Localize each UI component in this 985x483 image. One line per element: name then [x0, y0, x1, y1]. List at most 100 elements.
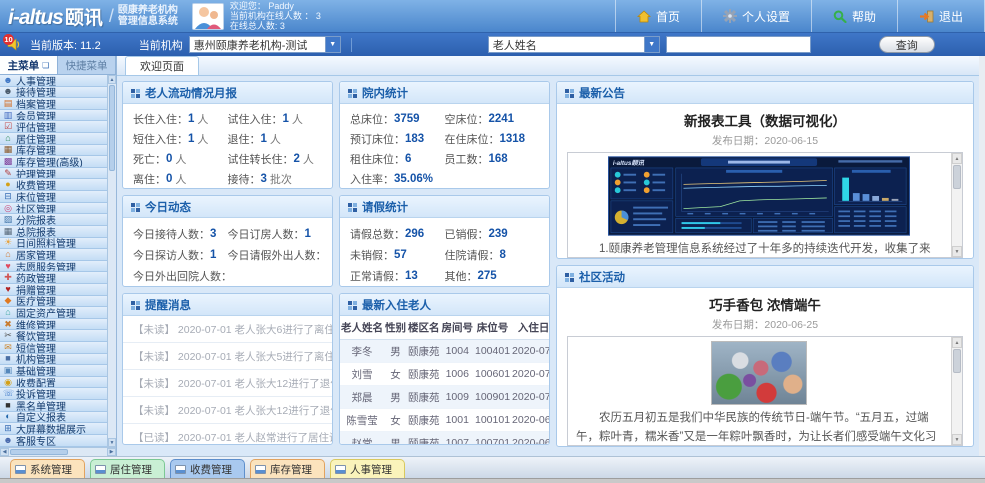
- toolbar: 10 当前版本: 11.2 当前机构 惠州颐康养老机构-测试 ▼ 老人姓名 ▼ …: [0, 33, 985, 56]
- left-column: 老人流动情况月报 长住入住： 1 人: [122, 81, 550, 451]
- sidebar-menu-item[interactable]: ✎ 护理管理: [0, 168, 107, 180]
- announcement-scrollbar[interactable]: ▲ ▼: [951, 153, 962, 257]
- panel-title: 最新入住老人: [362, 297, 431, 313]
- logo: i-altus 颐讯: [8, 3, 103, 30]
- table-row[interactable]: 赵常 男 颐康苑 1007 100701 2020-06-30: [340, 432, 550, 446]
- nav-help[interactable]: 帮助: [811, 0, 897, 32]
- sidebar-menu-item[interactable]: ✖ 维修管理: [0, 319, 107, 331]
- sidebar-menu-item[interactable]: ▤ 档案管理: [0, 98, 107, 110]
- sidebar-menu-item[interactable]: ♥ 志愿服务管理: [0, 261, 107, 273]
- scroll-up-icon[interactable]: ▲: [952, 337, 962, 348]
- menu-item-label: 护理管理: [16, 168, 56, 180]
- sidebar-menu-item[interactable]: ■ 机构管理: [0, 354, 107, 366]
- taskbar-tab[interactable]: 收费管理: [170, 459, 245, 478]
- sidebar-menu-item[interactable]: ☻ 人事管理: [0, 75, 107, 87]
- sidebar-menu-item[interactable]: ⊟ 床位管理: [0, 191, 107, 203]
- sidebar-menu-item[interactable]: ▦ 库存管理: [0, 145, 107, 157]
- sidebar-menu-item[interactable]: ✂ 餐饮管理: [0, 330, 107, 342]
- taskbar-tab[interactable]: 库存管理: [250, 459, 325, 478]
- menu-item-label: 志愿服务管理: [16, 261, 76, 273]
- sidebar-menu-item[interactable]: ● 收费管理: [0, 179, 107, 191]
- sidebar-menu-item[interactable]: ◉ 收费配置: [0, 377, 107, 389]
- menu-item-icon: ♥: [3, 262, 13, 271]
- sidebar-vertical-scrollbar[interactable]: ▲ ▼: [107, 75, 116, 447]
- menu-item-label: 黑名单管理: [16, 400, 66, 412]
- sidebar-menu-item[interactable]: ◐ 自定义报表: [0, 412, 107, 424]
- scrollbar-thumb[interactable]: [953, 349, 961, 373]
- sidebar-menu-item[interactable]: ▦ 总院报表: [0, 226, 107, 238]
- scroll-up-icon[interactable]: ▲: [108, 75, 116, 84]
- reminder-item[interactable]: 【未读】 2020-07-01 老人张大12进行了退住审核操作: [123, 370, 332, 397]
- stat-item: 试住入住： 1 人: [228, 109, 323, 129]
- sidebar-menu-item[interactable]: ▣ 基础管理: [0, 365, 107, 377]
- taskbar-tab-label: 居住管理: [110, 462, 152, 477]
- elder-name-filter-select[interactable]: 老人姓名 ▼: [488, 36, 660, 53]
- taskbar-tab[interactable]: 系统管理: [10, 459, 85, 478]
- cell-building: 颐康苑: [407, 409, 441, 432]
- menu-item-label: 固定资产管理: [16, 307, 76, 319]
- scroll-down-icon[interactable]: ▼: [952, 434, 962, 445]
- elder-name-filter-value: 老人姓名: [493, 37, 537, 53]
- sidebar-menu-item[interactable]: ♥ 捐赠管理: [0, 284, 107, 296]
- sidebar-menu-item[interactable]: ☏ 投诉管理: [0, 388, 107, 400]
- scroll-down-icon[interactable]: ▼: [108, 438, 116, 447]
- sidebar-menu-item[interactable]: ☻ 接待管理: [0, 87, 107, 99]
- sidebar-menu-item[interactable]: ■ 黑名单管理: [0, 400, 107, 412]
- cell-date: 2020-07-01: [511, 363, 550, 386]
- menu-item-icon: ■: [3, 354, 13, 363]
- nav-personal-settings[interactable]: 个人设置: [701, 0, 811, 32]
- nav-home[interactable]: 首页: [615, 0, 701, 32]
- nav-logout[interactable]: 退出: [897, 0, 985, 32]
- sidebar-menu-item[interactable]: ◆ 医疗管理: [0, 296, 107, 308]
- reminder-item[interactable]: 【未读】 2020-07-01 老人张大5进行了离住申请操作: [123, 343, 332, 370]
- scrollbar-thumb[interactable]: [109, 85, 115, 171]
- sidebar-menu-item[interactable]: ✉ 短信管理: [0, 342, 107, 354]
- taskbar-tab[interactable]: 人事管理: [330, 459, 405, 478]
- tab-welcome-page[interactable]: 欢迎页面: [125, 56, 199, 75]
- scroll-up-icon[interactable]: ▲: [952, 153, 962, 164]
- scroll-down-icon[interactable]: ▼: [952, 246, 962, 257]
- search-button[interactable]: 查询: [879, 36, 935, 53]
- scrollbar-thumb[interactable]: [10, 449, 68, 455]
- table-row[interactable]: 郑晨 男 颐康苑 1009 100901 2020-07-01: [340, 386, 550, 409]
- taskbar-tab[interactable]: 居住管理: [90, 459, 165, 478]
- reminder-item[interactable]: 【未读】 2020-07-01 老人张大6进行了离住申请操作: [123, 316, 332, 343]
- sidebar-menu-item[interactable]: ▨ 分院报表: [0, 214, 107, 226]
- sidebar-menu-item[interactable]: ▩ 库存管理(高级): [0, 156, 107, 168]
- sidebar-menu-item[interactable]: ☻ 客服专区: [0, 435, 107, 447]
- scroll-right-icon[interactable]: ▶: [107, 448, 116, 456]
- org-select[interactable]: 惠州颐康养老机构-测试 ▼: [189, 36, 341, 53]
- panel-elder-movement: 老人流动情况月报 长住入住： 1 人: [122, 81, 333, 189]
- menu-item-label: 社区管理: [16, 203, 56, 215]
- notification-speaker-icon[interactable]: 10: [6, 37, 24, 53]
- table-row[interactable]: 刘雪 女 颐康苑 1006 100601 2020-07-01: [340, 363, 550, 386]
- sidebar-horizontal-scrollbar[interactable]: ◀ ▶: [0, 447, 116, 456]
- tab-main-menu[interactable]: 主菜单 ❏: [0, 56, 58, 74]
- menu-item-icon: ✎: [3, 169, 13, 178]
- sidebar-menu-item[interactable]: ☑ 评估管理: [0, 121, 107, 133]
- scroll-left-icon[interactable]: ◀: [0, 448, 9, 456]
- reminder-item[interactable]: 【未读】 2020-07-01 老人张大12进行了退住申请操作: [123, 397, 332, 424]
- sidebar-menu-item[interactable]: ▥ 会员管理: [0, 110, 107, 122]
- announcement-scroll-area: i-altus颐讯: [567, 152, 963, 258]
- scrollbar-thumb[interactable]: [953, 165, 961, 189]
- reminder-item[interactable]: 【已读】 2020-07-01 老人赵常进行了居住调整申请操作: [123, 424, 332, 444]
- activity-scrollbar[interactable]: ▲ ▼: [951, 337, 962, 445]
- sidebar-menu-item[interactable]: ◎ 社区管理: [0, 203, 107, 215]
- search-input[interactable]: [666, 36, 811, 53]
- stat-item: 预订床位： 183: [350, 129, 445, 149]
- sidebar-menu-item[interactable]: ⌂ 居家管理: [0, 249, 107, 261]
- sidebar-menu-item[interactable]: ⌂ 居住管理: [0, 133, 107, 145]
- stat-item: 在住床位： 1318: [445, 129, 540, 149]
- cell-bed: 100101: [474, 409, 511, 432]
- sidebar-menu-item[interactable]: ⊞ 大屏幕数据展示: [0, 423, 107, 435]
- nav-help-label: 帮助: [852, 8, 876, 25]
- sidebar-menu-item[interactable]: ✚ 药政管理: [0, 272, 107, 284]
- sidebar-menu-item[interactable]: ☀ 日间照料管理: [0, 238, 107, 250]
- cell-bed: 100401: [474, 340, 511, 363]
- menu-item-label: 库存管理: [16, 145, 56, 157]
- table-row[interactable]: 陈雪莹 女 颐康苑 1001 100101 2020-06-30: [340, 409, 550, 432]
- sidebar-menu-item[interactable]: ⌂ 固定资产管理: [0, 307, 107, 319]
- table-row[interactable]: 李冬 男 颐康苑 1004 100401 2020-07-01: [340, 340, 550, 363]
- tab-quick-menu[interactable]: 快捷菜单: [58, 56, 116, 74]
